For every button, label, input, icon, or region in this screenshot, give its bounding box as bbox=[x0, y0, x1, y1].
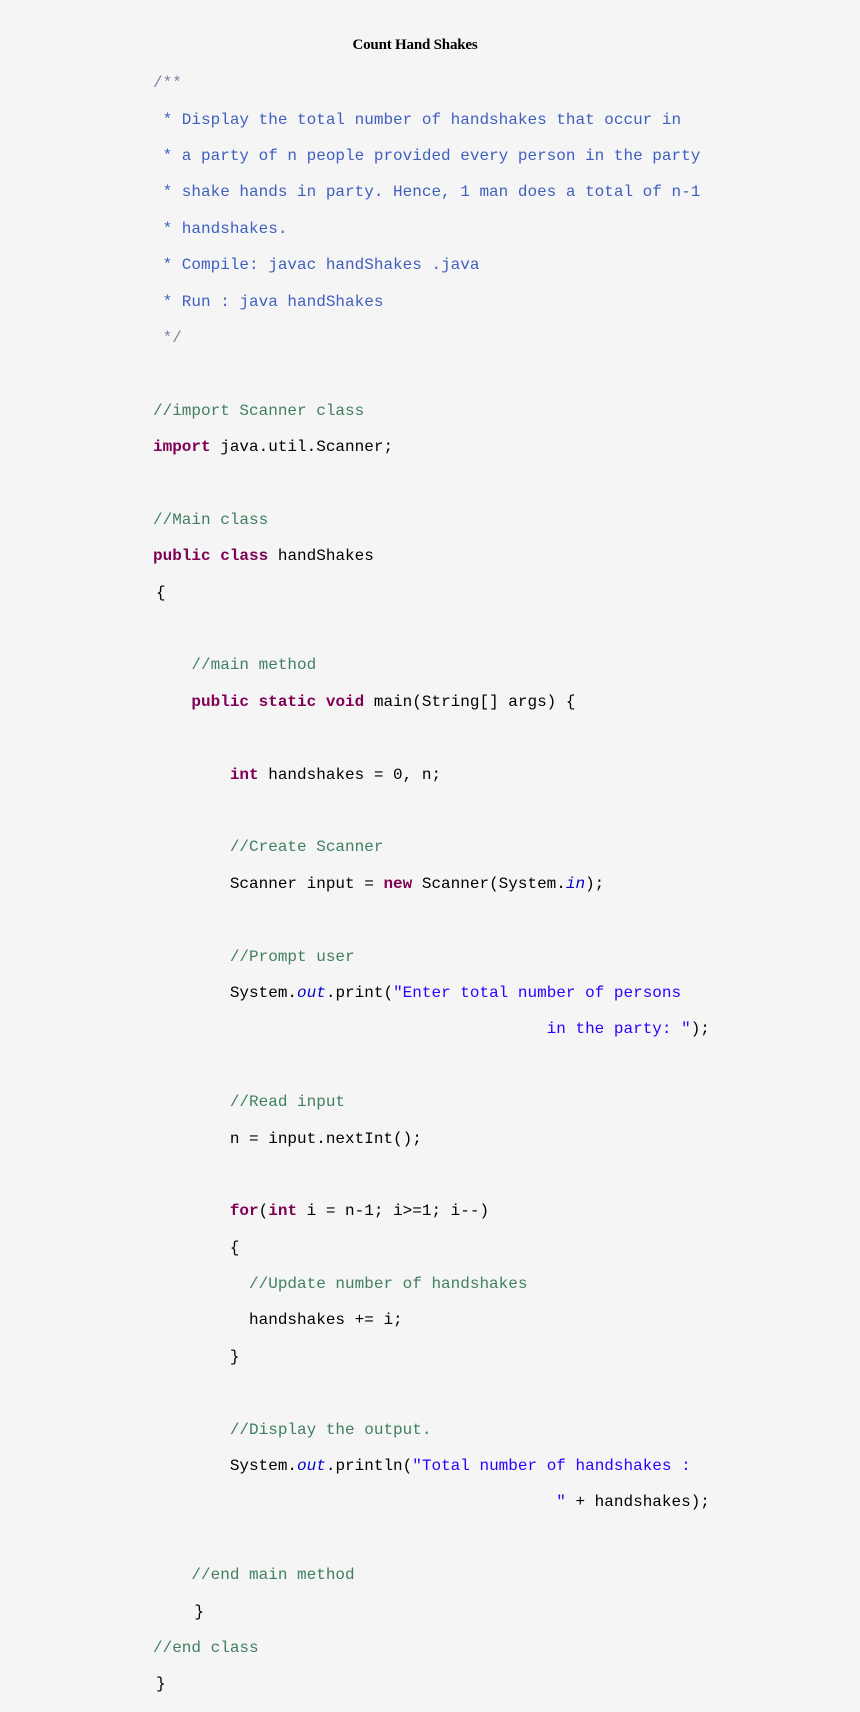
display-string-part1: "Total number of handshakes : bbox=[412, 1457, 691, 1476]
javadoc-line: * Compile: javac handShakes .java bbox=[153, 256, 480, 275]
class-comment: //Main class bbox=[153, 510, 269, 529]
keyword-for: for bbox=[229, 1202, 259, 1221]
prompt-end: ); bbox=[690, 1020, 710, 1039]
display-pre: System. bbox=[229, 1457, 298, 1476]
prompt-comment-line: //Prompt user bbox=[153, 948, 710, 966]
update-statement-line: handshakes += i; bbox=[153, 1311, 710, 1329]
import-comment: //import Scanner class bbox=[153, 401, 365, 420]
for-rest: i = n-1; i>=1; i--) bbox=[297, 1202, 490, 1221]
display-comment-line: //Display the output. bbox=[153, 1421, 710, 1439]
import-statement: import java.util.Scanner; bbox=[153, 438, 710, 456]
field-in: in bbox=[565, 874, 586, 893]
prompt-call: .print( bbox=[325, 983, 394, 1002]
class-declaration: public class handShakes bbox=[153, 547, 710, 565]
end-class-brace: } bbox=[156, 1675, 166, 1694]
javadoc-line: * a party of n people provided every per… bbox=[153, 146, 701, 165]
for-close-brace: } bbox=[229, 1347, 240, 1366]
prompt-statement-cont: in the party: "); bbox=[153, 1020, 710, 1038]
read-statement-line: n = input.nextInt(); bbox=[153, 1130, 710, 1148]
read-comment-line: //Read input bbox=[153, 1093, 710, 1111]
display-string-part2: " bbox=[556, 1493, 566, 1512]
keyword-class: class bbox=[220, 547, 269, 566]
main-comment: //main method bbox=[191, 656, 317, 675]
scanner-post: Scanner(System. bbox=[412, 874, 566, 893]
prompt-string-part1: "Enter total number of persons bbox=[393, 983, 682, 1002]
document-title: Count Hand Shakes bbox=[352, 37, 478, 53]
display-statement-cont: " + handshakes); bbox=[153, 1493, 710, 1511]
update-comment-line: //Update number of handshakes bbox=[153, 1275, 710, 1293]
keyword-static: static bbox=[258, 692, 317, 711]
update-statement: handshakes += i; bbox=[249, 1311, 403, 1330]
keyword-import: import bbox=[153, 438, 211, 457]
prompt-string-part2: in the party: " bbox=[546, 1020, 691, 1039]
scanner-comment: //Create Scanner bbox=[229, 838, 384, 857]
scanner-end: ); bbox=[585, 874, 605, 893]
for-open-brace: { bbox=[229, 1238, 240, 1257]
int-declaration: int handshakes = 0, n; bbox=[153, 766, 710, 784]
keyword-int: int bbox=[229, 765, 259, 784]
end-main-comment-line: //end main method bbox=[153, 1566, 710, 1584]
import-path: java.util.Scanner; bbox=[210, 438, 394, 457]
display-statement: System.out.println("Total number of hand… bbox=[153, 1457, 710, 1475]
end-main-brace-line: } bbox=[153, 1603, 710, 1621]
display-comment: //Display the output. bbox=[229, 1420, 432, 1439]
read-comment: //Read input bbox=[229, 1093, 346, 1112]
scanner-pre: Scanner input = bbox=[229, 874, 384, 893]
code-block: /** * Display the total number of handsh… bbox=[153, 56, 710, 1712]
field-out: out bbox=[297, 1457, 326, 1476]
class-open-brace: { bbox=[156, 583, 166, 602]
javadoc-open: /** bbox=[153, 74, 182, 93]
field-out: out bbox=[297, 983, 326, 1002]
end-class-comment-line: //end class bbox=[153, 1639, 710, 1657]
read-statement: n = input.nextInt(); bbox=[229, 1129, 422, 1148]
keyword-new: new bbox=[383, 874, 413, 893]
prompt-statement: System.out.print("Enter total number of … bbox=[153, 984, 710, 1002]
update-comment: //Update number of handshakes bbox=[249, 1275, 528, 1294]
prompt-pre: System. bbox=[229, 983, 298, 1002]
scanner-comment-line: //Create Scanner bbox=[153, 838, 710, 856]
javadoc-line: * shake hands in party. Hence, 1 man doe… bbox=[153, 183, 701, 202]
int-decl-rest: handshakes = 0, n; bbox=[258, 765, 442, 784]
scanner-statement: Scanner input = new Scanner(System.in); bbox=[153, 875, 710, 893]
main-sig-rest: main(String[] args) { bbox=[364, 692, 576, 711]
display-call: .println( bbox=[325, 1457, 413, 1476]
end-main-brace: } bbox=[194, 1602, 205, 1621]
javadoc-close: */ bbox=[153, 328, 182, 347]
display-end: + handshakes); bbox=[565, 1493, 710, 1512]
keyword-public: public bbox=[191, 692, 250, 711]
javadoc-line: * Run : java handShakes bbox=[153, 292, 384, 311]
keyword-int: int bbox=[268, 1202, 298, 1221]
javadoc-line: * handshakes. bbox=[153, 219, 288, 238]
prompt-comment: //Prompt user bbox=[229, 947, 355, 966]
for-statement: for(int i = n-1; i>=1; i--) bbox=[153, 1202, 710, 1220]
keyword-void: void bbox=[325, 692, 365, 711]
for-paren: ( bbox=[258, 1202, 269, 1221]
keyword-public: public bbox=[153, 547, 211, 566]
main-comment-line: //main method bbox=[153, 656, 710, 674]
end-class-brace-line: } bbox=[153, 1675, 710, 1693]
main-signature: public static void main(String[] args) { bbox=[153, 693, 710, 711]
javadoc-line: * Display the total number of handshakes… bbox=[153, 110, 682, 129]
end-class-comment: //end class bbox=[153, 1639, 259, 1657]
class-name: handShakes bbox=[268, 547, 374, 566]
end-main-comment: //end main method bbox=[191, 1566, 355, 1585]
